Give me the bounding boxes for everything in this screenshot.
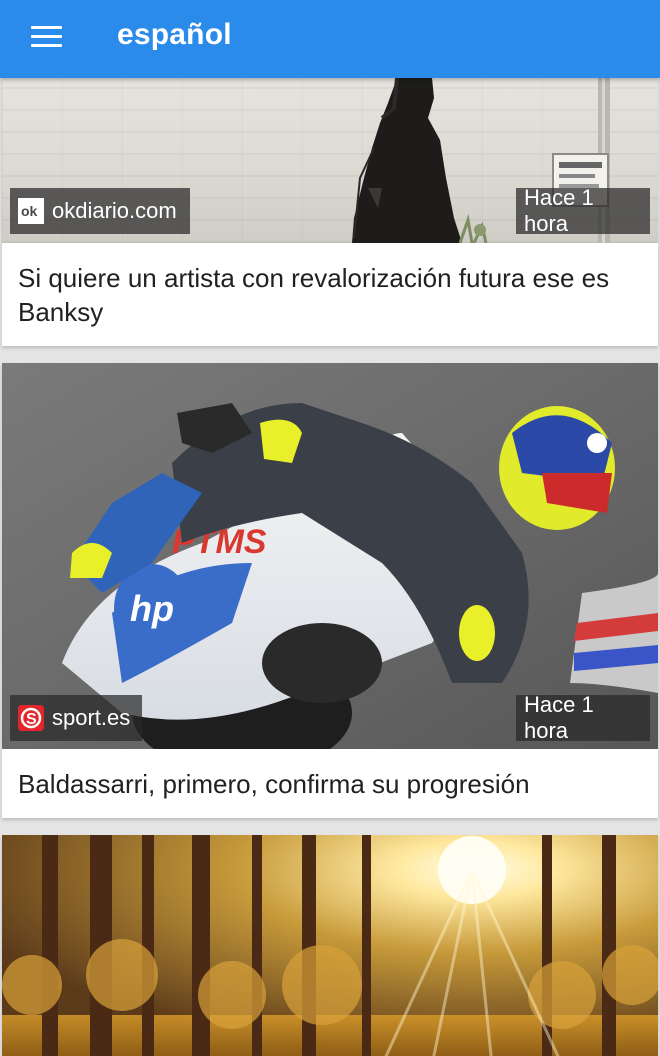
news-card[interactable] [2, 835, 658, 1056]
source-name: okdiario.com [52, 198, 177, 223]
time-ago: Hace 1 hora [524, 692, 594, 743]
app-screen: español ok okdiario.com Hace 1 hora Si q… [0, 0, 660, 1056]
svg-text:ok: ok [21, 203, 38, 219]
source-name: sport.es [52, 705, 131, 730]
sport-logo: S [18, 705, 44, 731]
article-image: hp PTMS 47 Pons [2, 363, 658, 749]
news-card[interactable]: hp PTMS 47 Pons [2, 363, 658, 818]
svg-text:hp: hp [130, 588, 174, 629]
article-image [2, 835, 658, 1056]
article-image: ok okdiario.com Hace 1 hora [2, 78, 658, 243]
time-ago: Hace 1 hora [524, 185, 594, 236]
source-badge: ok okdiario.com [10, 188, 190, 234]
svg-text:S: S [26, 711, 37, 728]
app-bar-title: español [117, 18, 232, 51]
news-card[interactable]: ok okdiario.com Hace 1 hora Si quiere un… [2, 78, 658, 346]
okdiario-logo: ok [18, 198, 44, 224]
app-bar: español [0, 0, 660, 78]
source-badge: S sport.es [10, 695, 142, 741]
hamburger-menu-icon[interactable] [26, 22, 66, 54]
time-badge: Hace 1 hora [516, 692, 650, 743]
time-badge: Hace 1 hora [516, 185, 650, 236]
article-headline[interactable]: Baldassarri, primero, confirma su progre… [2, 749, 658, 801]
article-headline[interactable]: Si quiere un artista con revalorización … [2, 243, 658, 329]
